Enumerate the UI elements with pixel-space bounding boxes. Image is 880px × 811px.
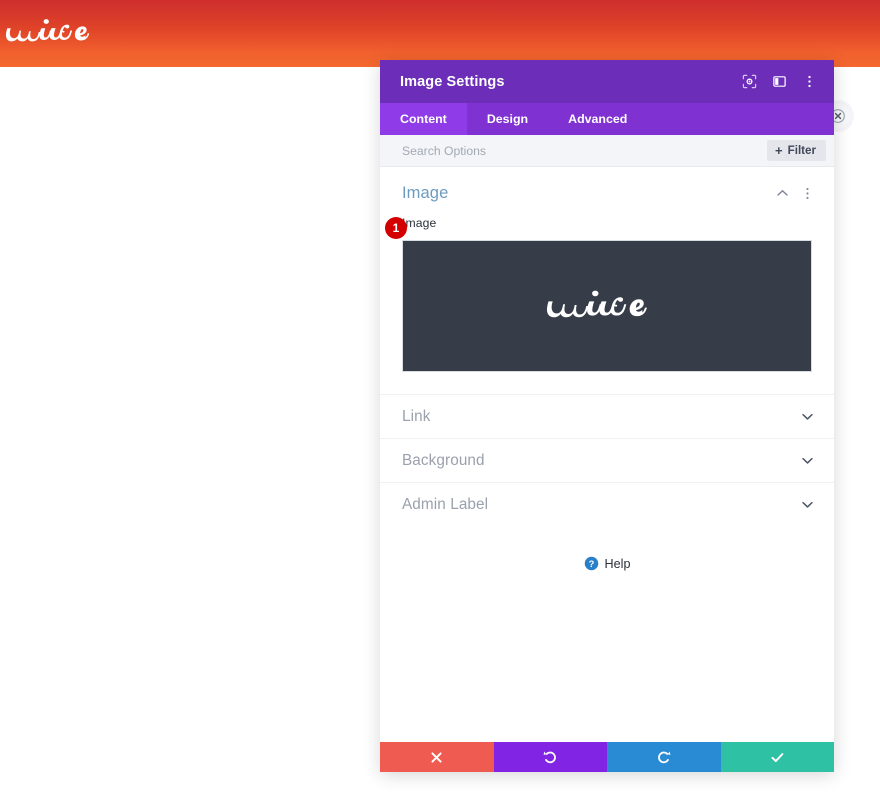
cancel-button[interactable] [380,742,494,772]
undo-arrow-icon [543,750,558,765]
filter-button-label: Filter [787,144,816,157]
step-badge-1: 1 [385,217,407,239]
redo-arrow-icon [656,750,671,765]
save-button[interactable] [720,742,834,772]
help-link[interactable]: ? Help [380,526,834,571]
chevron-down-icon[interactable] [801,498,814,511]
chevron-down-icon[interactable] [801,454,814,467]
expand-icon[interactable] [736,69,762,95]
search-row: + Filter [380,135,834,167]
wire-script-logo [546,278,667,334]
section-image: Image Image 1 [380,167,834,394]
image-field-label: Image [402,216,437,230]
image-preview[interactable] [402,240,812,372]
section-image-actions [776,187,814,200]
site-header [0,0,880,67]
help-label: Help [604,556,631,571]
modal-footer [380,742,834,772]
undo-button[interactable] [493,742,607,772]
image-settings-modal: Image Settings Content Design Advanced S… [380,60,834,772]
section-link[interactable]: Link [380,394,834,438]
chevron-down-icon[interactable] [801,410,814,423]
plus-icon: + [775,143,783,158]
tab-content[interactable]: Content [380,103,467,135]
page-title: Image Settings [400,73,505,90]
modal-titlebar[interactable]: Image Settings [380,60,834,103]
close-x-icon [430,751,443,764]
more-options-icon[interactable] [796,69,822,95]
section-background[interactable]: Background [380,438,834,482]
question-circle-icon: ? [584,556,599,571]
modal-tabs: Content Design Advanced [380,103,834,135]
layout-toggle-icon[interactable] [766,69,792,95]
section-background-label: Background [402,451,485,469]
image-field-block: Image 1 [380,216,834,394]
page-root: Image Settings Content Design Advanced S… [0,0,880,811]
section-image-header[interactable]: Image [380,167,834,216]
svg-text:?: ? [588,559,594,569]
section-admin-label[interactable]: Admin Label [380,482,834,526]
tab-design[interactable]: Design [467,103,548,135]
titlebar-actions [736,69,822,95]
tab-advanced[interactable]: Advanced [548,103,647,135]
section-image-title: Image [402,184,449,202]
section-link-label: Link [402,407,431,425]
wire-script-logo [5,8,106,56]
search-input[interactable] [402,143,768,158]
filter-button[interactable]: + Filter [767,140,826,161]
checkmark-icon [770,750,785,765]
section-admin-label-label: Admin Label [402,495,489,513]
section-more-icon[interactable] [801,187,814,200]
redo-button[interactable] [607,742,721,772]
chevron-up-icon[interactable] [776,187,789,200]
modal-body: Image Image 1 Link Background Admin Labe… [380,167,834,742]
